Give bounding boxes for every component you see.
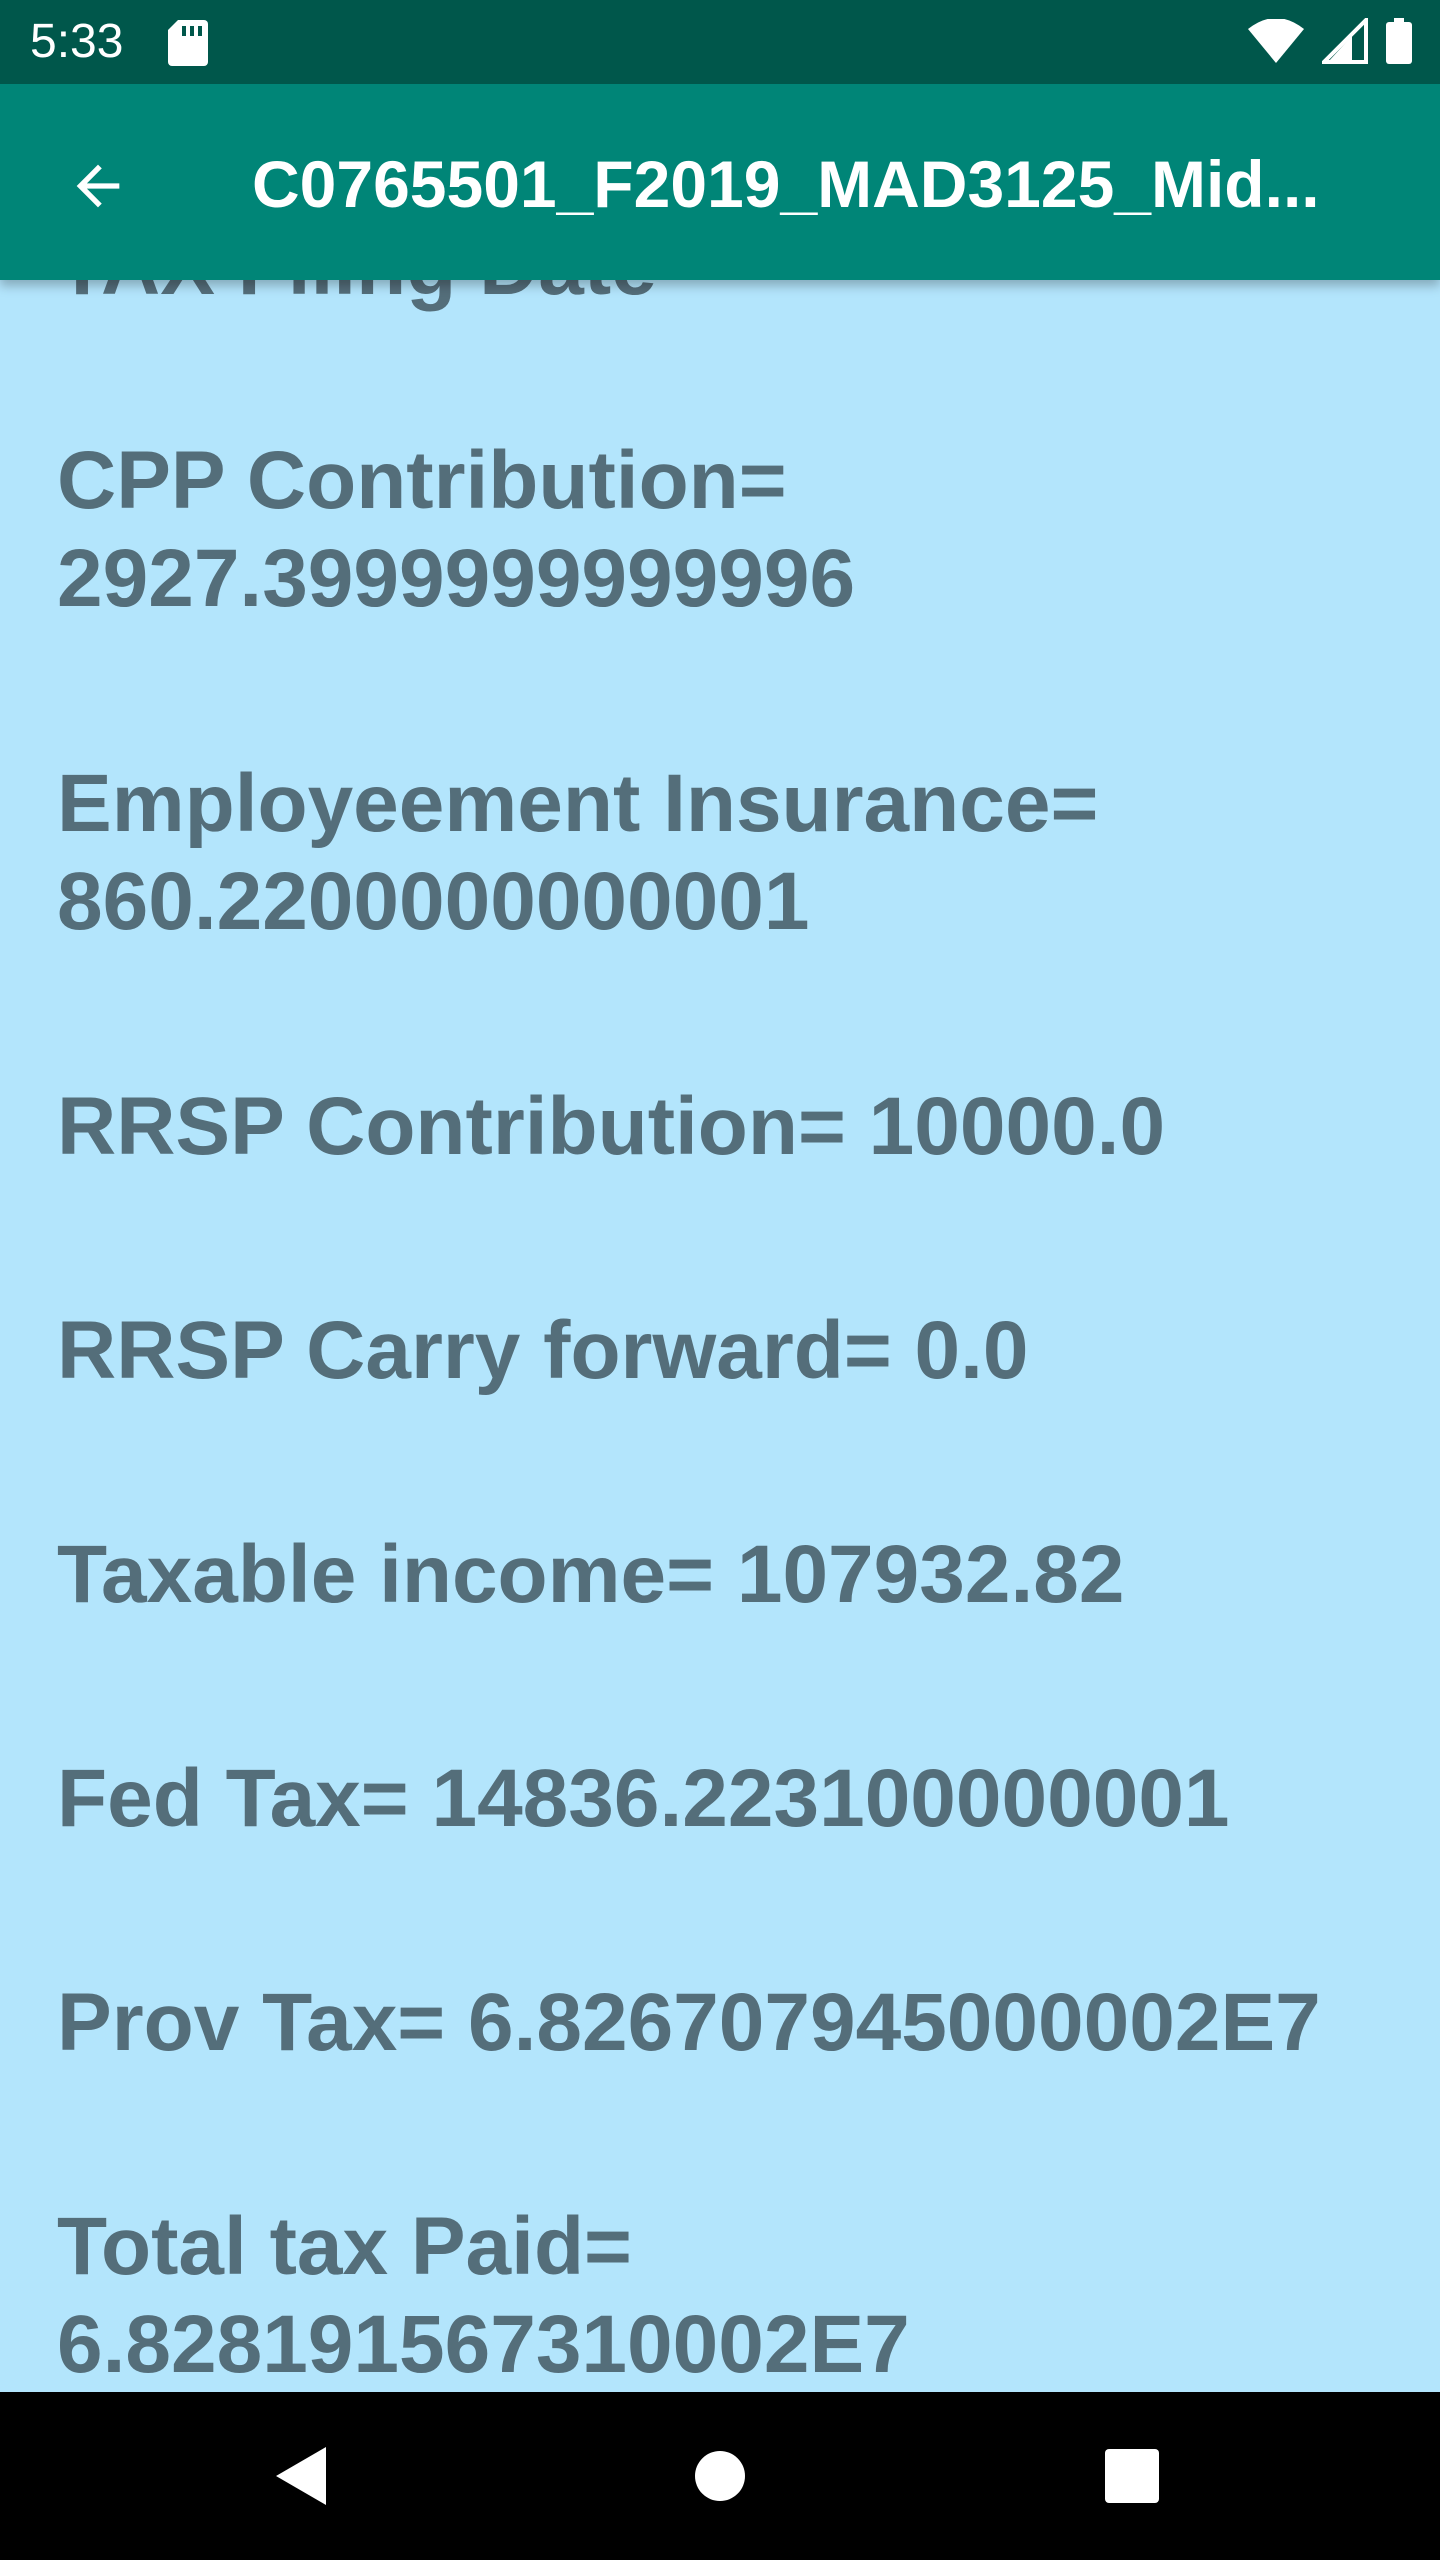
tax-details-scroll[interactable]: TAX Filing Date CPP Contribution= 2927.3…: [0, 280, 1440, 2392]
employment-insurance-row: Employeement Insurance= 860.220000000000…: [57, 755, 1387, 951]
nav-recents-icon: [1105, 2449, 1159, 2503]
rrsp-contribution-row: RRSP Contribution= 10000.0: [57, 1078, 1387, 1176]
wifi-icon: [1248, 18, 1304, 68]
taxable-income-value: 107932.82: [736, 1529, 1125, 1620]
nav-home-icon: [695, 2451, 745, 2501]
app-bar: C0765501_F2019_MAD3125_Mid...: [0, 84, 1440, 280]
navigation-bar: [0, 2392, 1440, 2560]
status-icons: [1248, 15, 1412, 69]
back-button[interactable]: [50, 138, 146, 234]
taxable-income-row: Taxable income= 107932.82: [57, 1526, 1387, 1624]
tax-filing-date-label: TAX Filing Date: [57, 280, 657, 312]
battery-icon: [1386, 18, 1412, 69]
rrsp-carry-forward-label: RRSP Carry forward=: [57, 1305, 892, 1396]
fed-tax-label: Fed Tax=: [57, 1753, 409, 1844]
status-bar: 5:33: [0, 0, 1440, 84]
nav-back-button[interactable]: [220, 2392, 380, 2560]
rrsp-contribution-value: 10000.0: [868, 1081, 1166, 1172]
taxable-income-label: Taxable income=: [57, 1529, 715, 1620]
fed-tax-row: Fed Tax= 14836.223100000001: [57, 1750, 1387, 1848]
total-tax-paid-row: Total tax Paid= 6.828191567310002E7: [57, 2198, 1387, 2392]
status-time: 5:33: [30, 15, 124, 68]
cpp-contribution-value: 2927.3999999999996: [57, 533, 856, 624]
fed-tax-value: 14836.223100000001: [431, 1753, 1230, 1844]
prov-tax-value: 6.826707945000002E7: [467, 1977, 1321, 2068]
sd-card-icon: [168, 20, 208, 71]
arrow-back-icon: [76, 164, 120, 208]
rrsp-carry-forward-value: 0.0: [914, 1305, 1029, 1396]
cpp-contribution-label: CPP Contribution=: [57, 435, 787, 526]
total-tax-paid-value: 6.828191567310002E7: [57, 2299, 910, 2390]
rrsp-carry-forward-row: RRSP Carry forward= 0.0: [57, 1302, 1387, 1400]
employment-insurance-value: 860.2200000000001: [57, 856, 810, 947]
nav-recents-button[interactable]: [1052, 2392, 1212, 2560]
nav-home-button[interactable]: [640, 2392, 800, 2560]
total-tax-paid-label: Total tax Paid=: [57, 2201, 632, 2292]
signal-icon: [1319, 15, 1368, 69]
tax-filing-date-row: TAX Filing Date: [57, 280, 1387, 316]
rrsp-contribution-label: RRSP Contribution=: [57, 1081, 846, 1172]
nav-back-icon: [276, 2447, 326, 2505]
prov-tax-row: Prov Tax= 6.826707945000002E7: [57, 1974, 1387, 2072]
employment-insurance-label: Employeement Insurance=: [57, 758, 1099, 849]
page-title: C0765501_F2019_MAD3125_Mid...: [252, 147, 1320, 221]
screen: 5:33 C0765501_F2019_MAD3125_Mid... CPP C…: [0, 0, 1440, 2560]
cpp-contribution-row: CPP Contribution= 2927.3999999999996: [57, 432, 1387, 628]
prov-tax-label: Prov Tax=: [57, 1977, 446, 2068]
